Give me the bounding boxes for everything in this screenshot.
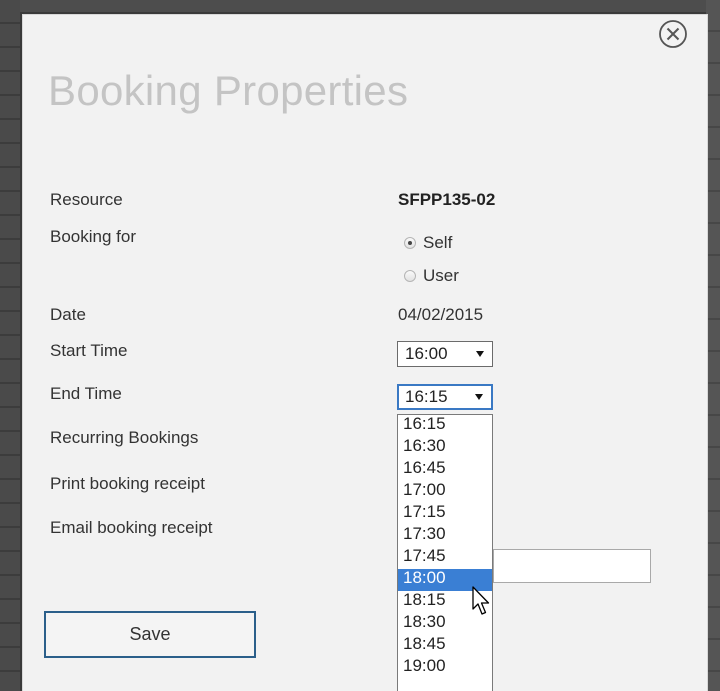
radio-user[interactable]: User: [404, 266, 459, 286]
dropdown-option[interactable]: 18:30: [398, 613, 492, 635]
resource-value: SFPP135-02: [398, 190, 496, 209]
save-button[interactable]: Save: [44, 611, 256, 658]
radio-self-button[interactable]: [404, 237, 416, 249]
dropdown-option[interactable]: 18:00: [398, 569, 492, 591]
background-top: [0, 0, 720, 12]
end-time-label: End Time: [50, 384, 122, 403]
dropdown-option[interactable]: 17:15: [398, 503, 492, 525]
radio-self[interactable]: Self: [404, 233, 452, 253]
dropdown-option[interactable]: 17:30: [398, 525, 492, 547]
dropdown-arrow-icon: [475, 394, 483, 400]
dropdown-option[interactable]: 16:15: [398, 415, 492, 437]
dropdown-option[interactable]: 18:15: [398, 591, 492, 613]
end-time-dropdown-list[interactable]: 16:15 16:30 16:45 17:00 17:15 17:30 17:45 18:00…: [397, 414, 493, 691]
dropdown-option[interactable]: 16:45: [398, 459, 492, 481]
close-icon[interactable]: [658, 19, 688, 49]
recurring-bookings-label: Recurring Bookings: [50, 428, 199, 447]
radio-self-label: Self: [423, 233, 453, 252]
start-time-value: 16:00: [405, 344, 448, 363]
date-label: Date: [50, 305, 86, 324]
radio-user-button[interactable]: [404, 270, 416, 282]
booking-for-label: Booking for: [50, 227, 136, 246]
email-receipt-label: Email booking receipt: [50, 518, 213, 537]
date-value: 04/02/2015: [398, 305, 484, 324]
background-right: [706, 0, 720, 691]
print-receipt-label: Print booking receipt: [50, 474, 205, 493]
background-left: [0, 0, 20, 691]
end-time-select[interactable]: 16:15: [397, 384, 493, 410]
dropdown-option[interactable]: 16:30: [398, 437, 492, 459]
dropdown-option[interactable]: 18:45: [398, 635, 492, 657]
radio-user-label: User: [423, 266, 459, 285]
start-time-label: Start Time: [50, 341, 128, 360]
end-time-value: 16:15: [405, 387, 448, 406]
start-time-select[interactable]: 16:00: [397, 341, 493, 367]
resource-label: Resource: [50, 190, 123, 209]
email-input[interactable]: [493, 549, 651, 583]
dropdown-option[interactable]: 19:00: [398, 657, 492, 679]
dialog-title: Booking Properties: [48, 67, 409, 114]
dropdown-option[interactable]: 17:45: [398, 547, 492, 569]
dropdown-arrow-icon: [476, 351, 484, 357]
dropdown-option[interactable]: 17:00: [398, 481, 492, 503]
